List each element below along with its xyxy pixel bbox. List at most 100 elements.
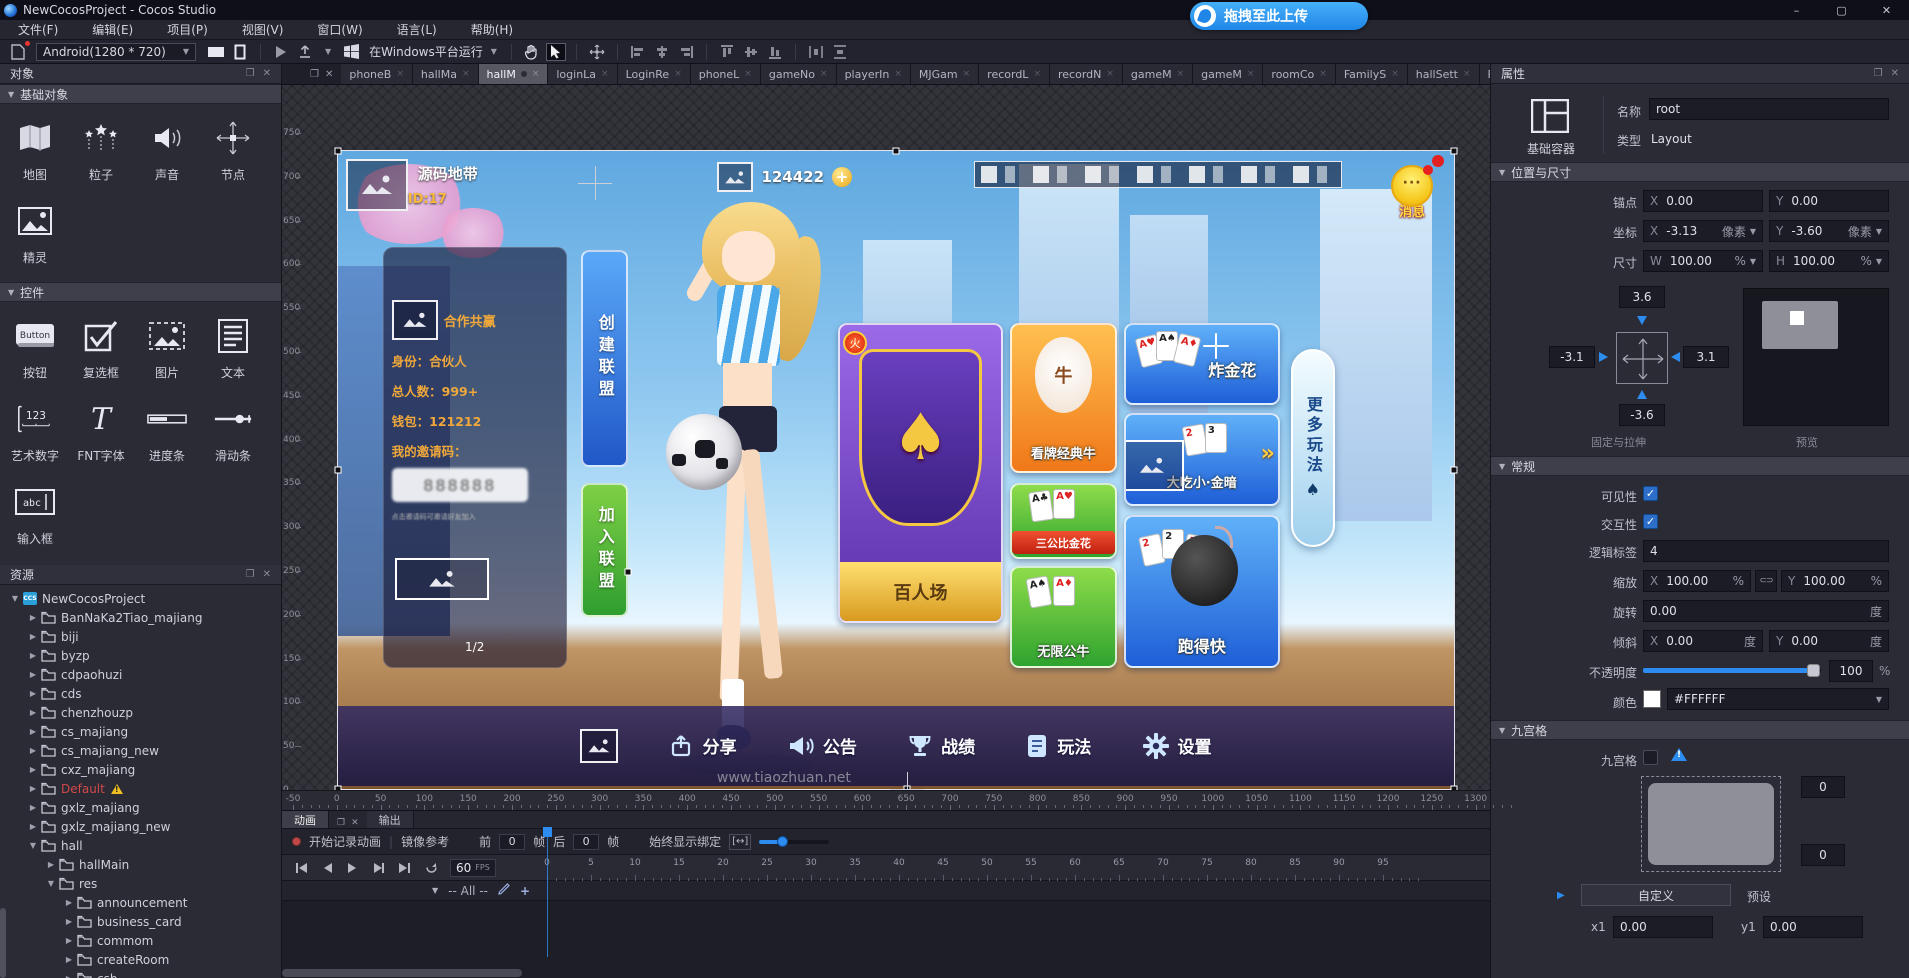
canvas-viewport[interactable]: 源码地带 ID:17 124422 + xyxy=(282,85,1490,790)
palette-item-button[interactable]: Button按钮 xyxy=(2,316,68,381)
chevron-right-icon[interactable]: ▶ xyxy=(28,670,38,679)
chevron-right-icon[interactable]: ▶ xyxy=(28,765,38,774)
float-panel-icon[interactable]: ❐ xyxy=(246,68,255,79)
selection-gizmo-icon[interactable] xyxy=(578,166,612,200)
tab-close-icon[interactable]: × xyxy=(1463,69,1471,79)
distribute-vertical-icon[interactable] xyxy=(830,43,850,61)
interactive-checkbox[interactable]: ✓ xyxy=(1643,514,1658,529)
record-label[interactable]: 开始记录动画 xyxy=(309,833,381,850)
pin-top-icon[interactable] xyxy=(1637,316,1647,325)
tree-item-res[interactable]: ▼res xyxy=(0,874,281,893)
coord-x-input[interactable]: X-3.13像素▼ xyxy=(1643,220,1763,242)
tree-item-business_card[interactable]: ▶business_card xyxy=(0,912,281,931)
close-button[interactable]: ✕ xyxy=(1864,0,1909,20)
resources-scrollbar[interactable] xyxy=(0,908,6,978)
document-tab[interactable]: phoneB× xyxy=(341,64,413,84)
tab-output[interactable]: 输出 xyxy=(367,811,414,828)
chevron-right-icon[interactable]: ▶ xyxy=(28,632,38,641)
selected-image-element[interactable] xyxy=(1124,440,1184,492)
design-frame[interactable]: 源码地带 ID:17 124422 + xyxy=(337,150,1455,790)
chevron-right-icon[interactable]: ▶ xyxy=(28,727,38,736)
float-panel-icon[interactable]: ❐ xyxy=(1874,68,1883,79)
selected-image-element[interactable] xyxy=(395,558,490,600)
color-value-field[interactable]: #FFFFFF▼ xyxy=(1667,688,1889,710)
mirror-reference-button[interactable]: 镜像参考 xyxy=(401,833,449,850)
skip-end-button[interactable] xyxy=(394,859,416,877)
play-preview-icon[interactable] xyxy=(271,43,291,61)
tab-animation[interactable]: 动画 xyxy=(282,811,329,828)
palette-section-header[interactable]: ▼基础对象 xyxy=(0,84,281,104)
palette-item-fnt[interactable]: TFNT字体 xyxy=(68,399,134,464)
tab-close-icon[interactable]: × xyxy=(963,69,971,79)
rotation-input[interactable]: 0.00度 xyxy=(1643,600,1889,622)
record-icon[interactable] xyxy=(292,837,301,846)
skip-start-button[interactable] xyxy=(290,859,312,877)
resize-handle[interactable] xyxy=(1451,148,1458,155)
resize-handle[interactable] xyxy=(1451,786,1458,791)
document-tab[interactable]: hallSett× xyxy=(1408,64,1480,84)
ninepatch-bottom-field[interactable]: 0 xyxy=(1801,844,1845,866)
scene-menu-settings[interactable]: 设置 xyxy=(1142,732,1212,760)
x1-input[interactable]: 0.00 xyxy=(1613,916,1713,938)
size-w-input[interactable]: W100.00%▼ xyxy=(1643,250,1763,272)
close-panel-icon[interactable]: ✕ xyxy=(263,569,271,580)
join-union-button[interactable]: 加入联盟 xyxy=(581,483,628,617)
document-tab[interactable]: gameM× xyxy=(1123,64,1193,84)
tile-kanpai-niu[interactable]: 牛 看牌经典牛 xyxy=(1010,323,1117,473)
menu-item-3[interactable]: 视图(V) xyxy=(242,21,284,38)
document-tab[interactable]: playerIn× xyxy=(837,64,911,84)
more-games-button[interactable]: 更多玩法 ♠ xyxy=(1291,349,1335,547)
coord-y-input[interactable]: Y-3.60像素▼ xyxy=(1769,220,1889,242)
tab-close-icon[interactable]: × xyxy=(1247,69,1255,79)
create-union-button[interactable]: 创建联盟 xyxy=(581,250,628,467)
chevron-right-icon[interactable]: ▶ xyxy=(28,689,38,698)
tab-close-icon[interactable]: × xyxy=(820,69,828,79)
skew-x-input[interactable]: X0.00度 xyxy=(1643,630,1763,652)
size-h-input[interactable]: H100.00%▼ xyxy=(1769,250,1889,272)
palette-item-text[interactable]: 文本 xyxy=(200,316,266,381)
dock-float-icon[interactable]: ❐ xyxy=(310,69,319,80)
document-tab[interactable]: recordL× xyxy=(979,64,1050,84)
tree-item-biji[interactable]: ▶biji xyxy=(0,627,281,646)
palette-item-image[interactable]: 图片 xyxy=(134,316,200,381)
tile-sangong[interactable]: A♣ A♥ 三公比金花 xyxy=(1010,483,1117,560)
run-platform-dropdown[interactable]: 在Windows平台运行▼ xyxy=(363,43,503,61)
tile-wuxian-gongniu[interactable]: A♠ A♦ 无限公牛 xyxy=(1010,566,1117,668)
before-frames-input[interactable]: 0 xyxy=(499,834,525,850)
skew-y-input[interactable]: Y0.00度 xyxy=(1769,630,1889,652)
tile-bairenchang[interactable]: 火 ♠ 百人场 xyxy=(838,323,1003,623)
fit-view-icon[interactable] xyxy=(587,43,607,61)
align-bottom-icon[interactable] xyxy=(765,43,785,61)
menu-item-2[interactable]: 项目(P) xyxy=(167,21,208,38)
document-tab[interactable]: gameNo× xyxy=(761,64,837,84)
fps-field[interactable]: 60FPS xyxy=(450,859,496,877)
chevron-right-icon[interactable]: ▶ xyxy=(28,708,38,717)
tab-close-icon[interactable]: × xyxy=(1033,69,1041,79)
palette-item-progress[interactable]: 进度条 xyxy=(134,399,200,464)
chevron-right-icon[interactable]: ▶ xyxy=(28,784,38,793)
tag-input[interactable]: 4 xyxy=(1643,540,1889,562)
element-handle[interactable] xyxy=(625,569,632,576)
ninepatch-custom-button[interactable]: 自定义 xyxy=(1581,884,1731,906)
scale-x-input[interactable]: X100.00% xyxy=(1643,570,1751,592)
chevron-right-icon[interactable]: ▶ xyxy=(28,651,38,660)
align-right-icon[interactable] xyxy=(676,43,696,61)
anchor-y-input[interactable]: Y0.00 xyxy=(1769,190,1889,212)
document-tab[interactable]: recordN× xyxy=(1050,64,1123,84)
minimize-button[interactable]: – xyxy=(1774,0,1819,20)
tree-item-commom[interactable]: ▶commom xyxy=(0,931,281,950)
tab-close-icon[interactable]: × xyxy=(744,69,752,79)
document-tab[interactable]: loginLa× xyxy=(548,64,617,84)
tab-close-icon[interactable]: × xyxy=(894,69,902,79)
menu-item-4[interactable]: 窗口(W) xyxy=(317,21,362,38)
tile-zhajinhua[interactable]: A♥ A♠ A♦ 炸金花 xyxy=(1124,323,1280,405)
tree-item-cds[interactable]: ▶cds xyxy=(0,684,281,703)
document-tab[interactable]: phoneL× xyxy=(691,64,761,84)
maximize-button[interactable]: ▢ xyxy=(1819,0,1864,20)
palette-item-artnum[interactable]: 123艺术数字 xyxy=(2,399,68,464)
portrait-orientation-icon[interactable] xyxy=(230,43,250,61)
always-show-binding-toggle[interactable]: 始终显示绑定 xyxy=(649,833,721,850)
add-coins-button[interactable]: + xyxy=(832,167,852,187)
chevron-right-icon[interactable]: ▶ xyxy=(64,936,74,945)
ninepatch-top-field[interactable]: 0 xyxy=(1801,776,1845,798)
